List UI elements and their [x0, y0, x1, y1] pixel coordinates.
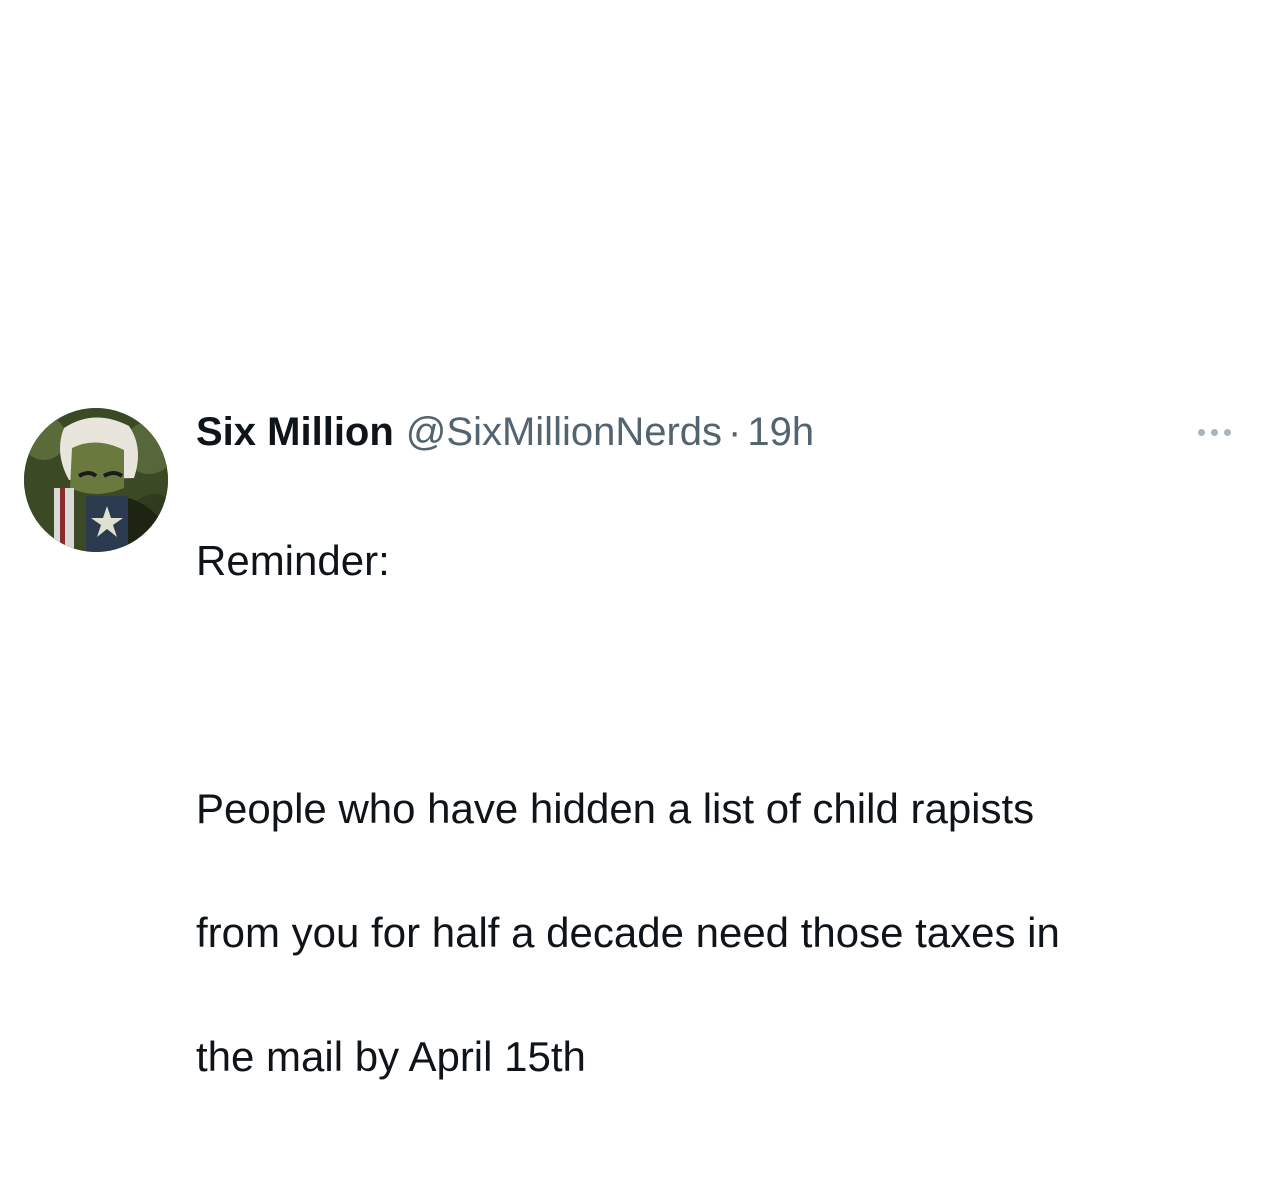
more-dot — [1210, 428, 1218, 436]
tweet-text-line: the mail by April 15th — [196, 1033, 586, 1080]
separator-dot: · — [728, 410, 742, 454]
tweet-header: Six Million @SixMillionNerds · 19h — [196, 404, 814, 460]
tweet-body: Reminder: People who have hidden a list … — [196, 468, 1256, 1150]
tweet-text-line: People who have hidden a list of child r… — [196, 785, 1035, 832]
author-display-name[interactable]: Six Million — [196, 404, 394, 460]
tweet-timestamp[interactable]: 19h — [747, 404, 814, 460]
tweet-card: Six Million @SixMillionNerds · 19h Remin… — [0, 0, 1280, 1198]
more-options-icon[interactable] — [1186, 414, 1242, 450]
more-dot — [1223, 428, 1231, 436]
tweet-text-line: from you for half a decade need those ta… — [196, 909, 1060, 956]
avatar-image — [24, 408, 168, 552]
avatar[interactable] — [24, 408, 168, 552]
tweet-text-line: Reminder: — [196, 537, 390, 584]
more-dot — [1197, 428, 1205, 436]
author-handle[interactable]: @SixMillionNerds — [406, 404, 722, 460]
